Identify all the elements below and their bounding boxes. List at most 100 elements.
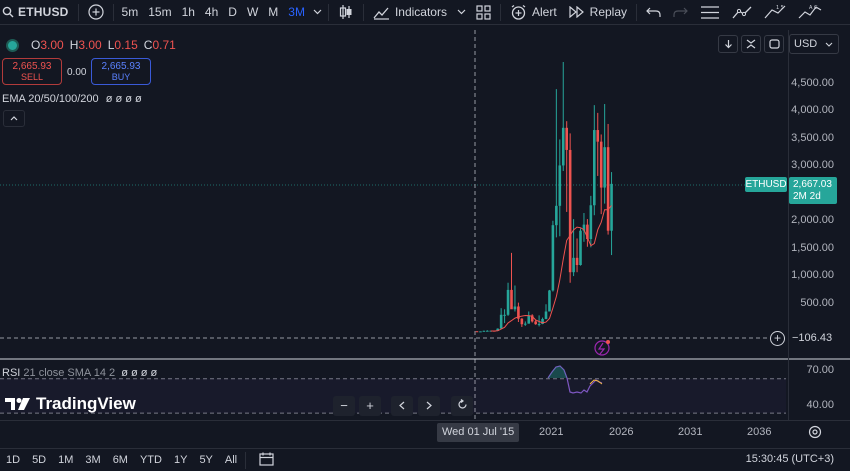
menu-button[interactable] <box>694 0 726 25</box>
search-icon <box>2 6 14 18</box>
range-3m[interactable]: 3M <box>79 454 106 466</box>
reset-chart-button[interactable] <box>451 396 473 416</box>
redo-icon <box>673 7 688 17</box>
rsi-name: RSI <box>2 367 21 379</box>
undo-button[interactable] <box>640 0 667 25</box>
range-all[interactable]: All <box>219 454 243 466</box>
pattern-tool-button[interactable]: A C <box>792 0 828 25</box>
candle-body <box>482 330 486 332</box>
rsi-axis-label: 40.00 <box>806 399 834 411</box>
maximize-pane-button[interactable] <box>764 35 784 53</box>
replay-label: Replay <box>589 5 628 19</box>
interval-15m[interactable]: 15m <box>143 0 176 25</box>
scroll-left-button[interactable] <box>391 396 413 416</box>
pattern-icon: A C <box>798 5 822 19</box>
range-6m[interactable]: 6M <box>107 454 134 466</box>
fib-tool-button[interactable]: 1 5 <box>758 0 792 25</box>
symbol-search[interactable]: ETHUSD <box>0 0 75 25</box>
add-alert-plus-icon[interactable]: + <box>770 331 785 346</box>
chart-type-button[interactable] <box>332 0 360 25</box>
range-5y[interactable]: 5Y <box>193 454 218 466</box>
plus-circle-icon <box>87 4 104 20</box>
price-chart[interactable] <box>0 30 850 420</box>
sell-button[interactable]: 2,665.93 SELL <box>2 58 62 85</box>
interval-3m[interactable]: 3M <box>283 0 310 25</box>
candle-body <box>506 289 510 315</box>
date-range-bar: 1D 5D 1M 3M 6M YTD 1Y 5Y All <box>0 448 850 471</box>
price-axis-label: 4,000.00 <box>791 104 834 116</box>
timezone-clock[interactable]: 15:30:45 (UTC+3) <box>746 453 834 465</box>
ema-values: ø ø ø ø <box>105 93 142 105</box>
time-axis-label: 2026 <box>609 426 634 438</box>
toolbar-divider <box>636 3 638 21</box>
replay-button[interactable]: Replay <box>563 0 633 25</box>
range-1d[interactable]: 1D <box>0 454 26 466</box>
range-1y[interactable]: 1Y <box>168 454 193 466</box>
indicators-icon <box>373 7 389 20</box>
chart-settings-button[interactable] <box>808 425 822 442</box>
indicators-button[interactable]: Indicators <box>367 0 453 25</box>
range-5d[interactable]: 5D <box>26 454 52 466</box>
alert-button[interactable]: Alert <box>504 0 563 25</box>
gear-icon <box>808 425 822 439</box>
scroll-down-button[interactable] <box>718 35 738 53</box>
ohlc-legend: O3.00 H3.00 L0.15 C0.71 <box>8 38 176 52</box>
go-to-date-button[interactable] <box>253 452 281 469</box>
collapse-legend-button[interactable] <box>3 110 25 127</box>
interval-m[interactable]: M <box>263 0 283 25</box>
ema-label: EMA 20/50/100/200 <box>2 93 99 105</box>
currency-value: USD <box>794 38 818 50</box>
layouts-button[interactable] <box>470 0 497 25</box>
candle-body <box>499 314 503 329</box>
interval-dropdown[interactable] <box>310 0 325 25</box>
price-axis-label: 3,500.00 <box>791 132 834 144</box>
top-toolbar: ETHUSD 5m 15m 1h 4h D W M 3M Indicators … <box>0 0 850 25</box>
rsi-legend[interactable]: RSI 21 close SMA 14 2 ø ø ø ø <box>2 367 157 379</box>
sell-price: 2,665.93 <box>12 61 52 72</box>
redo-button[interactable] <box>667 0 694 25</box>
compare-add-button[interactable] <box>82 0 110 25</box>
time-axis[interactable] <box>0 420 850 444</box>
indicators-label: Indicators <box>394 5 447 19</box>
spread-value: 0.00 <box>67 67 87 78</box>
trend-tool-button[interactable] <box>726 0 758 25</box>
zoom-in-button[interactable]: + <box>359 396 381 416</box>
chevron-left-icon <box>399 401 405 410</box>
rsi-params: 21 close SMA 14 2 <box>23 367 116 379</box>
candle-body <box>520 318 524 325</box>
svg-text:A C: A C <box>809 5 818 11</box>
interval-d[interactable]: D <box>223 0 242 25</box>
zoom-out-button[interactable]: − <box>333 396 355 416</box>
maximize-icon <box>768 39 780 49</box>
range-1m[interactable]: 1M <box>52 454 79 466</box>
candle-body <box>561 127 565 166</box>
hamburger-icon <box>701 5 720 19</box>
ema-legend[interactable]: EMA 20/50/100/200 ø ø ø ø <box>2 93 142 105</box>
grid-icon <box>476 4 491 20</box>
range-ytd[interactable]: YTD <box>134 454 168 466</box>
buy-button[interactable]: 2,665.93 BUY <box>91 58 151 85</box>
toolbar-divider <box>327 3 329 21</box>
collapse-pane-button[interactable] <box>741 35 761 53</box>
chevron-right-icon <box>426 401 432 410</box>
bar-countdown: 2M 2d <box>793 191 821 202</box>
crosshair-time: Wed 01 Jul '15 <box>437 423 520 442</box>
interval-4h[interactable]: 4h <box>200 0 223 25</box>
currency-select[interactable]: USD <box>789 34 839 54</box>
candle-body <box>551 225 555 291</box>
last-price-tag: 2,667.03 2M 2d <box>789 177 837 204</box>
candle-body <box>524 323 527 325</box>
candle-body <box>510 289 513 310</box>
candle-body <box>596 130 600 142</box>
interval-w[interactable]: W <box>242 0 263 25</box>
alarm-clock-icon <box>511 4 526 20</box>
undo-icon <box>646 7 661 17</box>
reset-icon <box>457 399 467 409</box>
indicators-dropdown[interactable] <box>453 0 470 25</box>
interval-1h[interactable]: 1h <box>177 0 200 25</box>
scroll-right-button[interactable] <box>418 396 440 416</box>
interval-5m[interactable]: 5m <box>117 0 144 25</box>
candle-body <box>544 311 548 319</box>
calendar-icon <box>259 452 274 466</box>
ohlc-low: L0.15 <box>107 38 138 52</box>
